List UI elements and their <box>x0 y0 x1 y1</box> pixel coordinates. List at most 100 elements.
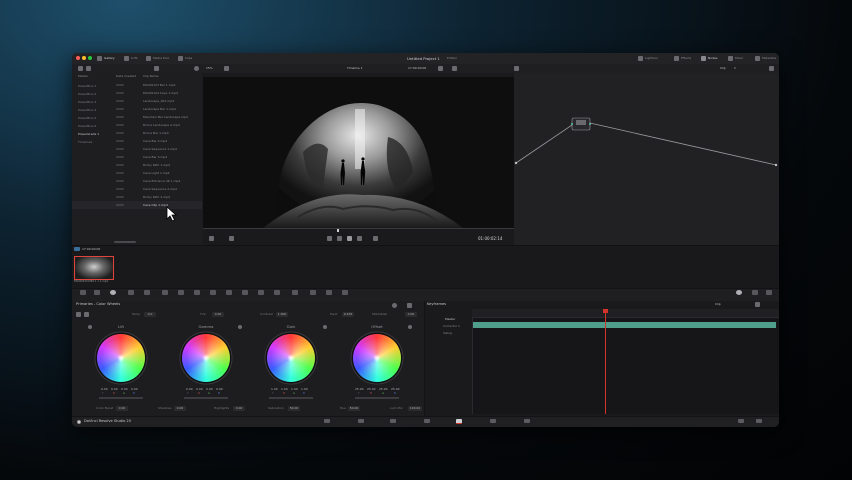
info-panel-icon[interactable] <box>766 290 772 295</box>
qualifier-icon[interactable] <box>194 290 200 295</box>
mixer-icon[interactable] <box>728 56 733 61</box>
clip-row[interactable]: 2025 Cave Entrance 4K 1.mp4 <box>72 177 202 185</box>
viewer-options-icon[interactable] <box>438 66 443 71</box>
zoom-level[interactable]: 15% <box>206 67 213 70</box>
settings-icon[interactable] <box>756 419 762 423</box>
lift-reset-icon[interactable] <box>88 325 92 329</box>
color-picker-icon[interactable] <box>209 236 214 241</box>
tracker-icon[interactable] <box>226 290 232 295</box>
home-icon[interactable] <box>738 419 744 423</box>
motion-effects-icon[interactable] <box>144 290 150 295</box>
deliver-page-icon[interactable] <box>524 419 530 423</box>
lift-y[interactable]: 0.00 <box>101 388 108 391</box>
gain-b[interactable]: 1.00 <box>301 388 308 391</box>
offset-b[interactable]: 25.00 <box>391 388 400 391</box>
cut-page-icon[interactable] <box>358 419 364 423</box>
clip-row[interactable]: 2025 Cave Bar 2.mp4 <box>72 137 202 145</box>
luts-button[interactable]: LUTs <box>131 57 138 60</box>
offset-g[interactable]: 25.00 <box>379 388 388 391</box>
gamma-y[interactable]: 0.00 <box>186 388 193 391</box>
pointer-tool-icon[interactable] <box>514 66 519 71</box>
media-pool-icon[interactable] <box>146 56 151 61</box>
viewer-scrubber[interactable] <box>203 228 514 229</box>
lum-mix-field[interactable]: 100.00 <box>408 406 422 411</box>
keyframes-clip-bar[interactable] <box>473 322 776 328</box>
offset-reset-icon[interactable] <box>408 325 412 329</box>
reset-icon[interactable] <box>392 303 397 308</box>
tint-field[interactable]: 0.00 <box>212 312 224 317</box>
node-graph[interactable] <box>514 73 779 245</box>
clip-row[interactable]: 2025 DSC00124 Cave 1.mp4 <box>72 89 202 97</box>
gallery-icon[interactable] <box>97 56 102 61</box>
curves-icon[interactable] <box>162 290 168 295</box>
clip-row[interactable]: 2025 Drone Bar 1.mp4 <box>72 129 202 137</box>
picker-icon[interactable] <box>84 312 89 317</box>
lift-master-slider[interactable] <box>99 397 143 399</box>
playhead-line[interactable] <box>605 309 606 414</box>
window-icon[interactable] <box>210 290 216 295</box>
scopes-panel-icon[interactable] <box>752 290 758 295</box>
play-icon[interactable] <box>347 236 352 241</box>
clip-row[interactable]: 2025 Rocky Path 2.mp4 <box>72 193 202 201</box>
clip-thumbnail[interactable] <box>74 256 114 280</box>
effects-button[interactable]: Effects <box>681 57 691 60</box>
loop-icon[interactable] <box>373 236 378 241</box>
media-pool-scrollbar[interactable] <box>114 241 136 243</box>
clip-row[interactable]: 2025 Cave Sequence 1.mp4 <box>72 145 202 153</box>
node-options-icon[interactable] <box>769 66 774 71</box>
lift-b[interactable]: 0.00 <box>131 388 138 391</box>
mixer-button[interactable]: Mixer <box>735 57 743 60</box>
keyframe-track-corrector[interactable]: Corrector 1 <box>443 325 460 328</box>
gain-wheel[interactable] <box>267 334 315 382</box>
nodes-icon[interactable] <box>701 56 706 61</box>
clip-row[interactable]: 2025 Cave Bar 3.mp4 <box>72 153 202 161</box>
stop-icon[interactable] <box>337 236 342 241</box>
gamma-r[interactable]: 0.00 <box>196 388 203 391</box>
pivot-field[interactable]: 0.435 <box>342 312 354 317</box>
clip-row-selected[interactable]: 2025 Cave Clip 1.mp4 <box>72 201 202 209</box>
list-view-icon[interactable] <box>78 66 83 71</box>
clip-row[interactable]: 2025 DSC00123 Bar 1.mp4 <box>72 81 202 89</box>
minimize-icon[interactable] <box>82 56 86 60</box>
gamma-g[interactable]: 0.00 <box>206 388 213 391</box>
color-page-icon[interactable] <box>456 419 462 424</box>
gamma-master-slider[interactable] <box>184 397 228 399</box>
close-icon[interactable] <box>76 56 80 60</box>
gain-r[interactable]: 1.00 <box>281 388 288 391</box>
viewer-mode-icon[interactable] <box>224 66 229 71</box>
saturation-field[interactable]: 50.00 <box>288 406 300 411</box>
metadata-icon[interactable] <box>755 56 760 61</box>
offset-r[interactable]: 25.00 <box>367 388 376 391</box>
color-warper-icon[interactable] <box>178 290 184 295</box>
clip-row[interactable]: 2025 Drone Landscape A.mp4 <box>72 121 202 129</box>
keyframe-track-sizing[interactable]: Sizing <box>443 332 452 335</box>
nodes-button[interactable]: Nodes <box>708 57 717 60</box>
lightbox-icon[interactable] <box>638 56 643 61</box>
color-boost-field[interactable]: 0.00 <box>116 406 128 411</box>
gallery-button[interactable]: Gallery <box>104 57 115 60</box>
contrast-field[interactable]: 1.000 <box>276 312 288 317</box>
lightbox-button[interactable]: Lightbox <box>645 57 658 60</box>
playhead-marker-icon[interactable] <box>337 229 339 232</box>
highlights-field[interactable]: 0.00 <box>233 406 245 411</box>
clips-icon[interactable] <box>178 56 183 61</box>
gain-g[interactable]: 1.00 <box>291 388 298 391</box>
magic-mask-icon[interactable] <box>242 290 248 295</box>
lift-r[interactable]: 0.00 <box>111 388 118 391</box>
keyframes-options-icon[interactable] <box>755 302 760 307</box>
name-column-header[interactable]: Clip Name <box>143 75 158 78</box>
sort-icon[interactable] <box>154 66 159 71</box>
maximize-icon[interactable] <box>88 56 92 60</box>
temp-field[interactable]: 0.0 <box>144 312 156 317</box>
clip-row[interactable]: 2025 Landscape_001.mp4 <box>72 97 202 105</box>
playhead-handle-icon[interactable] <box>603 309 608 313</box>
lift-g[interactable]: 0.00 <box>121 388 128 391</box>
viewer-image[interactable] <box>203 77 514 228</box>
offset-y[interactable]: 25.00 <box>355 388 364 391</box>
panel-options-icon[interactable] <box>407 303 412 308</box>
effects-icon[interactable] <box>674 56 679 61</box>
gamma-reset-icon[interactable] <box>238 325 242 329</box>
media-page-icon[interactable] <box>324 419 330 423</box>
key-icon[interactable] <box>274 290 280 295</box>
mid-detail-field[interactable]: 0.00 <box>405 312 417 317</box>
